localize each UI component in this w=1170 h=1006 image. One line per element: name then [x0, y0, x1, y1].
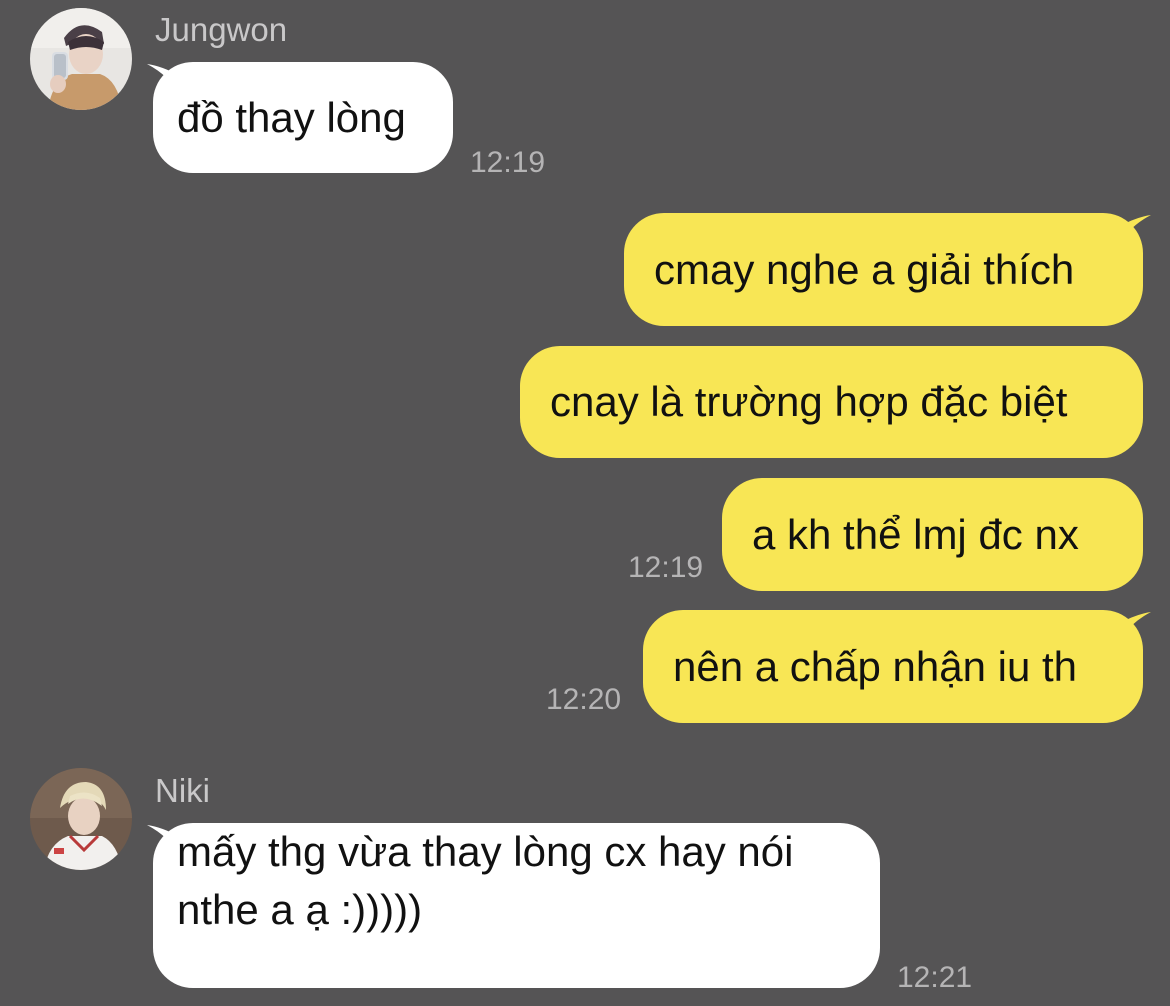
profile-photo-icon: [30, 8, 132, 110]
sender-name: Niki: [155, 772, 210, 809]
profile-photo-icon: [30, 768, 132, 870]
message-text-line: mấy thg vừa thay lòng cx hay nói: [177, 828, 794, 875]
message-bubble[interactable]: đồ thay lòng: [153, 62, 453, 173]
message-timestamp: 12:19: [628, 551, 704, 584]
avatar-jungwon[interactable]: [30, 8, 132, 110]
message-bubble[interactable]: nên a chấp nhận iu th: [643, 610, 1143, 723]
message-text-line: nthe a ạ :))))): [177, 886, 423, 933]
message-bubble[interactable]: mấy thg vừa thay lòng cx hay nói nthe a …: [153, 823, 880, 988]
message-text: cnay là trường hợp đặc biệt: [550, 378, 1068, 425]
message-bubble[interactable]: cmay nghe a giải thích: [624, 213, 1143, 326]
avatar-niki[interactable]: [30, 768, 132, 870]
message-text: nên a chấp nhận iu th: [673, 642, 1078, 690]
message-text: đồ thay lòng: [177, 93, 406, 141]
message-text: a kh thể lmj đc nx: [752, 510, 1079, 558]
sender-name: Jungwon: [155, 11, 288, 48]
chat-thread[interactable]: Jungwon đồ thay lòng 12:19 cmay nghe a g…: [0, 0, 1170, 1006]
message-bubble[interactable]: a kh thể lmj đc nx: [722, 478, 1143, 591]
message-text: cmay nghe a giải thích: [654, 245, 1075, 293]
message-bubble[interactable]: cnay là trường hợp đặc biệt: [520, 346, 1143, 458]
message-timestamp: 12:21: [897, 961, 973, 994]
message-timestamp: 12:20: [546, 683, 622, 716]
message-timestamp: 12:19: [470, 146, 546, 179]
